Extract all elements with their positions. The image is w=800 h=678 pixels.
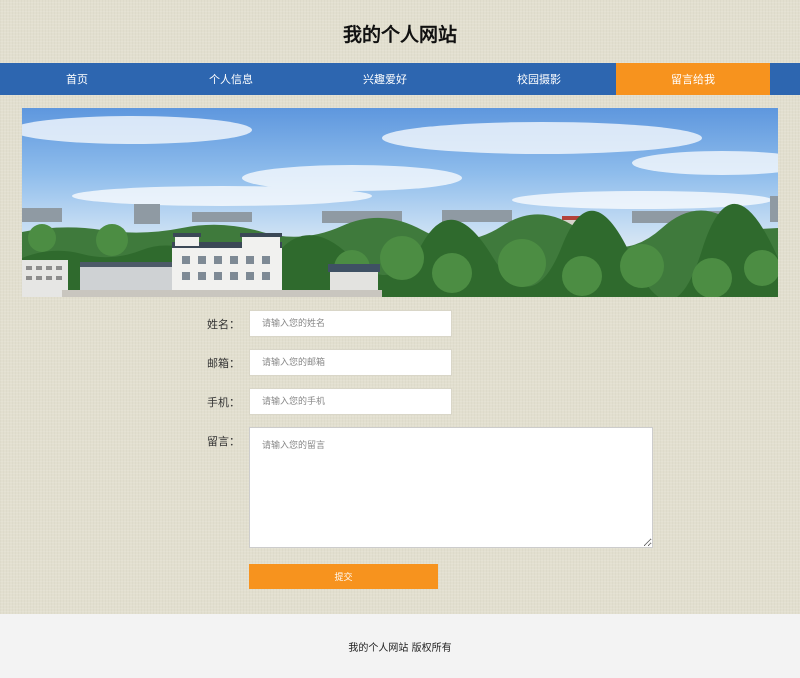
message-label: 留言： bbox=[207, 435, 240, 448]
main-nav: 首页 个人信息 兴趣爱好 校园摄影 留言给我 bbox=[0, 63, 800, 95]
nav-item-hobbies[interactable]: 兴趣爱好 bbox=[308, 63, 462, 95]
nav-item-leave-message[interactable]: 留言给我 bbox=[616, 63, 770, 95]
phone-label: 手机： bbox=[207, 396, 240, 409]
banner-image bbox=[22, 108, 778, 297]
name-input[interactable] bbox=[249, 310, 452, 337]
nav-item-campus-photos[interactable]: 校园摄影 bbox=[462, 63, 616, 95]
email-label: 邮箱： bbox=[207, 357, 240, 370]
message-textarea[interactable] bbox=[249, 427, 653, 548]
campus-panorama-illustration bbox=[22, 116, 778, 297]
email-input[interactable] bbox=[249, 349, 452, 376]
submit-button[interactable]: 提交 bbox=[249, 564, 438, 589]
phone-input[interactable] bbox=[249, 388, 452, 415]
name-label: 姓名： bbox=[207, 318, 240, 331]
footer: 我的个人网站 版权所有 bbox=[0, 614, 800, 678]
nav-item-home[interactable]: 首页 bbox=[0, 63, 154, 95]
site-title: 我的个人网站 bbox=[342, 24, 457, 46]
nav-item-profile[interactable]: 个人信息 bbox=[154, 63, 308, 95]
footer-copyright: 我的个人网站 版权所有 bbox=[348, 642, 452, 654]
